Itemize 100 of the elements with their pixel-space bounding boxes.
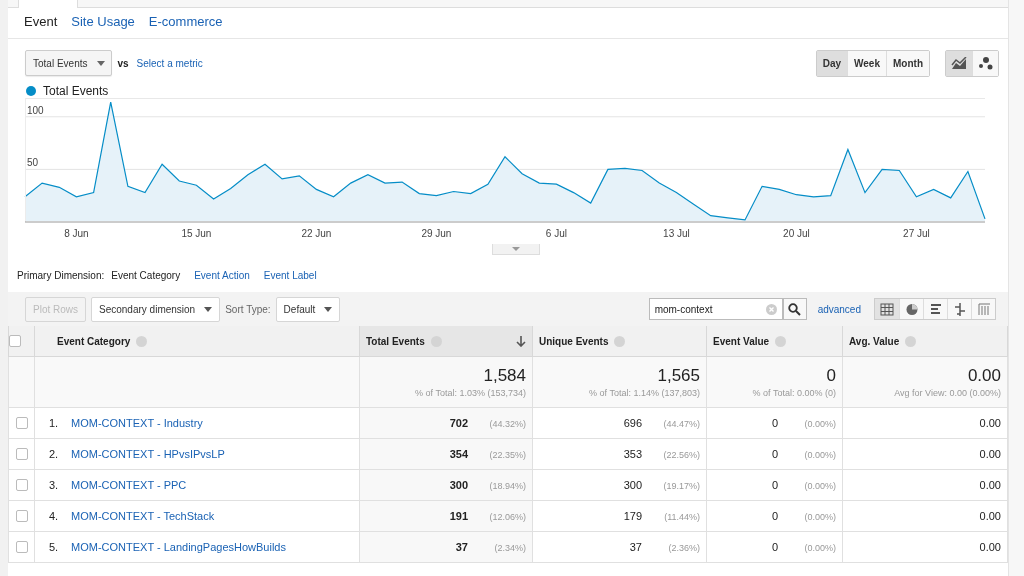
row-number: 1. xyxy=(48,417,60,429)
percent-label: (0.00%) xyxy=(803,512,836,522)
help-icon[interactable] xyxy=(136,335,148,347)
help-icon[interactable] xyxy=(614,335,626,347)
help-icon[interactable] xyxy=(775,335,787,347)
axis-label: 8 Jun xyxy=(64,228,89,239)
table-cell: 0.00 xyxy=(979,417,1001,429)
table-cell: 353 xyxy=(623,448,642,460)
advanced-link[interactable]: advanced xyxy=(817,303,861,315)
dimension-option[interactable]: Event Label xyxy=(263,269,317,281)
axis-label: 50 xyxy=(27,157,39,169)
total-note: % of Total: 1.03% (153,734) xyxy=(414,388,526,398)
sort-type-dropdown[interactable]: Default xyxy=(275,296,341,322)
axis-label: 15 Jun xyxy=(181,228,212,239)
table-cell: 0 xyxy=(771,448,778,460)
percent-label: (11.44%) xyxy=(663,512,700,522)
row-checkbox[interactable] xyxy=(15,417,28,430)
sort-arrow-icon[interactable] xyxy=(516,335,526,347)
table-cell: 0 xyxy=(771,417,778,429)
table-cell: 37 xyxy=(629,541,642,553)
table-cell: 191 xyxy=(449,510,468,522)
report-tab[interactable]: E-commerce xyxy=(148,14,223,38)
table-cell: 0.00 xyxy=(979,541,1001,553)
category-link[interactable]: MOM-CONTEXT - TechStack xyxy=(71,510,215,522)
select-all-checkbox[interactable] xyxy=(9,335,21,348)
category-link[interactable]: MOM-CONTEXT - PPC xyxy=(71,479,187,491)
pie-icon xyxy=(904,302,919,316)
dimension-option[interactable]: Event Category xyxy=(111,269,181,281)
row-checkbox[interactable] xyxy=(15,479,28,492)
table-cell: 702 xyxy=(449,417,468,429)
comparison-view-button[interactable] xyxy=(947,299,971,319)
table-icon xyxy=(880,302,894,316)
bars-view-button[interactable] xyxy=(923,299,947,319)
table-cell: 0 xyxy=(771,541,778,553)
comparison-icon xyxy=(952,302,967,316)
caret-icon xyxy=(204,306,213,312)
period-button[interactable]: Day xyxy=(816,50,848,76)
search-button[interactable] xyxy=(782,298,807,320)
resize-handle[interactable] xyxy=(492,244,540,255)
bubbles-icon xyxy=(977,56,994,70)
column-header[interactable]: Total Events xyxy=(360,326,532,356)
report-tab[interactable]: Site Usage xyxy=(71,14,135,38)
table-cell: 354 xyxy=(449,448,468,460)
percent-label: (0.00%) xyxy=(803,419,836,429)
metric-dropdown[interactable]: Total Events xyxy=(25,50,113,76)
total-note: Avg for View: 0.00 (0.00%) xyxy=(893,388,1001,398)
total-value: 0.00 xyxy=(966,366,1001,386)
axis-label: 6 Jul xyxy=(545,228,567,239)
total-value: 1,584 xyxy=(482,366,526,386)
category-link[interactable]: MOM-CONTEXT - HPvsIPvsLP xyxy=(71,448,225,460)
percent-label: (0.00%) xyxy=(803,481,836,491)
primary-dimension-label: Primary Dimension: xyxy=(17,269,105,281)
row-number: 5. xyxy=(48,541,60,553)
percent-label: (2.34%) xyxy=(493,543,526,553)
secondary-dimension-dropdown[interactable]: Secondary dimension xyxy=(91,296,221,322)
total-note: % of Total: 0.00% (0) xyxy=(751,388,836,398)
row-checkbox[interactable] xyxy=(15,448,28,461)
table-cell: 37 xyxy=(455,541,468,553)
table-cell: 0.00 xyxy=(979,479,1001,491)
clear-icon[interactable] xyxy=(765,303,777,315)
total-value: 1,565 xyxy=(656,366,700,386)
percent-label: (2.36%) xyxy=(667,543,700,553)
pie-view-button[interactable] xyxy=(899,299,923,319)
category-link[interactable]: MOM-CONTEXT - LandingPagesHowBuilds xyxy=(71,541,286,553)
total-note: % of Total: 1.14% (137,803) xyxy=(588,388,700,398)
help-icon[interactable] xyxy=(905,335,917,347)
table-cell: 179 xyxy=(623,510,642,522)
percent-label: (19.17%) xyxy=(662,481,700,491)
table-cell: 0 xyxy=(771,479,778,491)
percent-label: (22.56%) xyxy=(662,450,700,460)
percent-label: (0.00%) xyxy=(803,543,836,553)
axis-label: 20 Jul xyxy=(783,228,810,239)
dimension-option[interactable]: Event Action xyxy=(194,269,250,281)
table-cell: 0.00 xyxy=(979,448,1001,460)
caret-icon xyxy=(324,306,333,312)
search-field[interactable]: mom-context xyxy=(648,298,783,320)
percent-label: (0.00%) xyxy=(803,450,836,460)
legend-label: Total Events xyxy=(43,84,109,98)
row-checkbox[interactable] xyxy=(15,510,28,523)
line-chart-button[interactable] xyxy=(946,50,972,76)
report-tab[interactable]: Event xyxy=(24,14,58,38)
percent-label: (44.32%) xyxy=(488,419,526,429)
row-number: 2. xyxy=(48,448,60,460)
pivot-icon xyxy=(976,302,991,316)
axis-label: 100 xyxy=(27,104,44,116)
period-button[interactable]: Month xyxy=(886,50,929,76)
table-cell: 300 xyxy=(449,479,468,491)
pivot-view-button[interactable] xyxy=(971,299,995,319)
period-button[interactable]: Week xyxy=(847,50,886,76)
select-metric-link[interactable]: Select a metric xyxy=(136,57,203,69)
percent-label: (12.06%) xyxy=(488,512,526,522)
category-link[interactable]: MOM-CONTEXT - Industry xyxy=(71,417,203,429)
row-checkbox[interactable] xyxy=(15,541,28,554)
percent-label: (22.35%) xyxy=(488,450,526,460)
row-number: 3. xyxy=(48,479,60,491)
percent-label: (44.47%) xyxy=(662,419,700,429)
table-cell: 0.00 xyxy=(979,510,1001,522)
bubble-chart-button[interactable] xyxy=(972,50,998,76)
table-cell: 0 xyxy=(771,510,778,522)
table-view-button[interactable] xyxy=(875,299,899,319)
